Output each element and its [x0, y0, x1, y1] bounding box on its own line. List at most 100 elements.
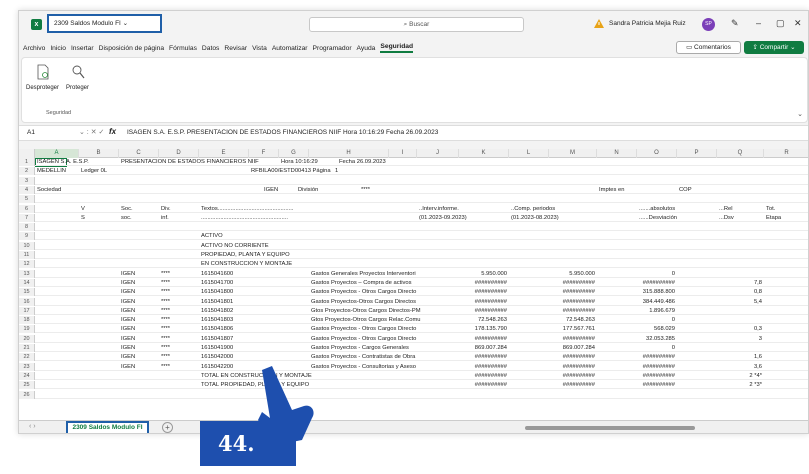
cell[interactable]: Gastos Proyectos - Otros Cargos Directo: [311, 325, 416, 333]
cell[interactable]: ##########: [639, 363, 675, 371]
minimize-icon[interactable]: –: [756, 18, 761, 28]
cell[interactable]: 3,6: [719, 363, 762, 371]
sheet-tab-active[interactable]: 2309 Saldos Modulo FI: [66, 421, 149, 433]
cell[interactable]: 3: [719, 335, 762, 343]
cell[interactable]: PROPIEDAD, PLANTA Y EQUIPO: [201, 251, 290, 259]
tab-datos[interactable]: Datos: [202, 45, 219, 52]
row-header[interactable]: 21: [19, 344, 35, 352]
pen-icon[interactable]: ✎: [731, 18, 739, 29]
column-header-k[interactable]: K: [459, 149, 509, 158]
row-header[interactable]: 24: [19, 371, 35, 380]
row-header[interactable]: 17: [19, 306, 35, 315]
row-header[interactable]: 20: [19, 334, 35, 343]
horizontal-scrollbar[interactable]: [507, 425, 807, 431]
cell[interactable]: ......Desviación: [639, 214, 677, 222]
cell[interactable]: 5.950.000: [461, 270, 507, 278]
cell[interactable]: 1615041800: [201, 288, 233, 296]
row-header[interactable]: 15: [19, 288, 35, 297]
cell[interactable]: ##########: [551, 363, 595, 371]
tab-programador[interactable]: Programador: [313, 45, 352, 52]
column-header-c[interactable]: C: [119, 149, 159, 158]
cell[interactable]: ##########: [461, 381, 507, 389]
cell[interactable]: 568.029: [639, 325, 675, 333]
cell[interactable]: ****: [161, 279, 170, 287]
cell[interactable]: Fecha 26.09.2023: [339, 158, 386, 166]
cell[interactable]: Gastos Proyectos - Cargos Generales: [311, 344, 409, 352]
cell[interactable]: 1615041806: [201, 325, 233, 333]
cell[interactable]: S: [81, 214, 85, 222]
cell[interactable]: 5.950.000: [551, 270, 595, 278]
cell[interactable]: ACTIVO: [201, 232, 223, 240]
cell[interactable]: IGEN: [121, 270, 135, 278]
tab-inicio[interactable]: Inicio: [50, 45, 66, 52]
cell[interactable]: 1615041801: [201, 298, 233, 306]
tab-automatizar[interactable]: Automatizar: [272, 45, 308, 52]
cell[interactable]: Gastos Proyectos-Otros Cargos Directos: [311, 298, 416, 306]
row-header[interactable]: 3: [19, 176, 35, 185]
row-header[interactable]: 6: [19, 204, 35, 213]
row-header[interactable]: 19: [19, 325, 35, 334]
column-header-b[interactable]: B: [79, 149, 119, 158]
column-header-n[interactable]: N: [597, 149, 637, 158]
row-header[interactable]: 8: [19, 223, 35, 232]
cell[interactable]: ****: [361, 186, 370, 194]
cell[interactable]: 315.888.800: [639, 288, 675, 296]
cell[interactable]: ISAGEN S.A. E.S.P.: [37, 158, 89, 166]
cell[interactable]: 5,4: [719, 298, 762, 306]
cell[interactable]: ##########: [551, 353, 595, 361]
column-header-j[interactable]: J: [417, 149, 459, 158]
tab-revisar[interactable]: Revisar: [224, 45, 247, 52]
cell[interactable]: ##########: [551, 307, 595, 315]
search-input[interactable]: ⌕ Buscar: [309, 17, 524, 32]
cell[interactable]: 1615041600: [201, 270, 233, 278]
cell[interactable]: Gastos Proyectos – Compra de activos: [311, 279, 412, 287]
row-header[interactable]: 14: [19, 278, 35, 287]
cell[interactable]: ##########: [461, 335, 507, 343]
cell[interactable]: 1.896.679: [639, 307, 675, 315]
cell[interactable]: ...Dsv: [719, 214, 734, 222]
warning-icon[interactable]: [594, 19, 604, 28]
cell[interactable]: ****: [161, 270, 170, 278]
cell[interactable]: IGEN: [121, 335, 135, 343]
cell[interactable]: ##########: [461, 307, 507, 315]
cell[interactable]: RFBILA00/ESTD00413 Página: [251, 167, 331, 175]
cell[interactable]: PRESENTACION DE ESTADOS FINANCIEROS NIIF: [121, 158, 259, 166]
cell[interactable]: Gastos Proyectos - Otros Cargos Directo: [311, 288, 416, 296]
cell[interactable]: ........................................…: [201, 214, 288, 222]
cell[interactable]: IGEN: [121, 316, 135, 324]
cell[interactable]: IGEN: [121, 363, 135, 371]
cell[interactable]: ****: [161, 335, 170, 343]
column-header-r[interactable]: R: [764, 149, 808, 158]
tab-ayuda[interactable]: Ayuda: [357, 45, 376, 52]
column-header-i[interactable]: I: [389, 149, 417, 158]
cell[interactable]: ##########: [551, 381, 595, 389]
cell[interactable]: ****: [161, 363, 170, 371]
worksheet-grid[interactable]: ABCDEFGHIJKLMNOPQR 1 ISAGEN S.A. E.S.P. PR…: [19, 149, 808, 420]
select-all-corner[interactable]: [19, 149, 35, 158]
user-name[interactable]: Sandra Patricia Mejia Ruiz: [609, 20, 686, 27]
cell[interactable]: 0,8: [719, 288, 762, 296]
tab-insertar[interactable]: Insertar: [71, 45, 94, 52]
tab-archivo[interactable]: Archivo: [23, 45, 45, 52]
cell[interactable]: Etapa: [766, 214, 781, 222]
document-title[interactable]: 2309 Saldos Modulo FI ⌄: [47, 14, 162, 33]
cell[interactable]: ##########: [461, 353, 507, 361]
cell[interactable]: 0,3: [719, 325, 762, 333]
column-header-d[interactable]: D: [159, 149, 199, 158]
protect-button[interactable]: Proteger: [66, 64, 89, 91]
sheet-nav-arrows[interactable]: ‹ ›: [29, 423, 36, 430]
comments-button[interactable]: ▭ Comentarios: [676, 41, 741, 54]
cell[interactable]: ##########: [461, 363, 507, 371]
cell[interactable]: ****: [161, 307, 170, 315]
cell[interactable]: ##########: [639, 372, 675, 380]
name-box[interactable]: A1: [27, 129, 35, 136]
cell[interactable]: IGEN: [264, 186, 278, 194]
cell[interactable]: 1615041803: [201, 316, 233, 324]
cell[interactable]: Imptes en: [599, 186, 624, 194]
cell[interactable]: IGEN: [121, 307, 135, 315]
cell[interactable]: IGEN: [121, 344, 135, 352]
avatar[interactable]: SP: [702, 18, 715, 31]
cell[interactable]: 384.449.486: [639, 298, 675, 306]
cell[interactable]: ****: [161, 288, 170, 296]
cell[interactable]: soc.: [121, 214, 132, 222]
